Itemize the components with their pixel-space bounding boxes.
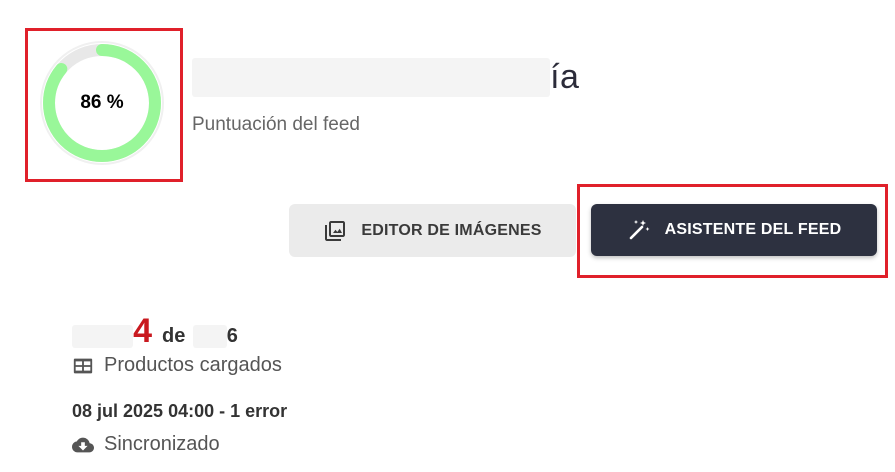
feed-name: ​ ía	[192, 58, 579, 97]
table-icon	[73, 358, 93, 373]
feed-score-gauge: 86 %	[37, 38, 167, 168]
loaded-products-count: 4 de 6	[72, 312, 238, 351]
feed-name-visible-part: ía	[550, 58, 580, 96]
magic-wand-icon	[629, 220, 650, 240]
image-editor-button[interactable]: EDITOR DE IMÁGENES	[289, 204, 576, 257]
sync-status-label: Sincronizado	[104, 433, 220, 455]
feed-wizard-label: ASISTENTE DEL FEED	[664, 221, 842, 238]
redacted-feed-name: ​	[192, 58, 551, 97]
total-visible-digit: 6	[226, 325, 238, 347]
sync-status-row: Sincronizado	[72, 433, 220, 456]
cloud-download-icon	[72, 437, 94, 452]
products-loaded-label: Productos cargados	[104, 354, 282, 376]
redacted-count-prefix	[72, 325, 134, 348]
last-sync-time: 08 jul 2025 04:00 - 1 error	[72, 401, 288, 421]
feed-score-label: Puntuación del feed	[192, 114, 360, 135]
count-visible-digit: 4	[133, 312, 153, 350]
redacted-total-prefix	[193, 325, 227, 348]
products-loaded-row: Productos cargados	[72, 354, 282, 377]
image-editor-label: EDITOR DE IMÁGENES	[361, 221, 542, 239]
score-value: 86 %	[80, 92, 124, 113]
image-stack-icon	[325, 220, 346, 241]
count-of-label: de	[162, 325, 186, 347]
feed-wizard-button[interactable]: ASISTENTE DEL FEED	[591, 204, 877, 256]
